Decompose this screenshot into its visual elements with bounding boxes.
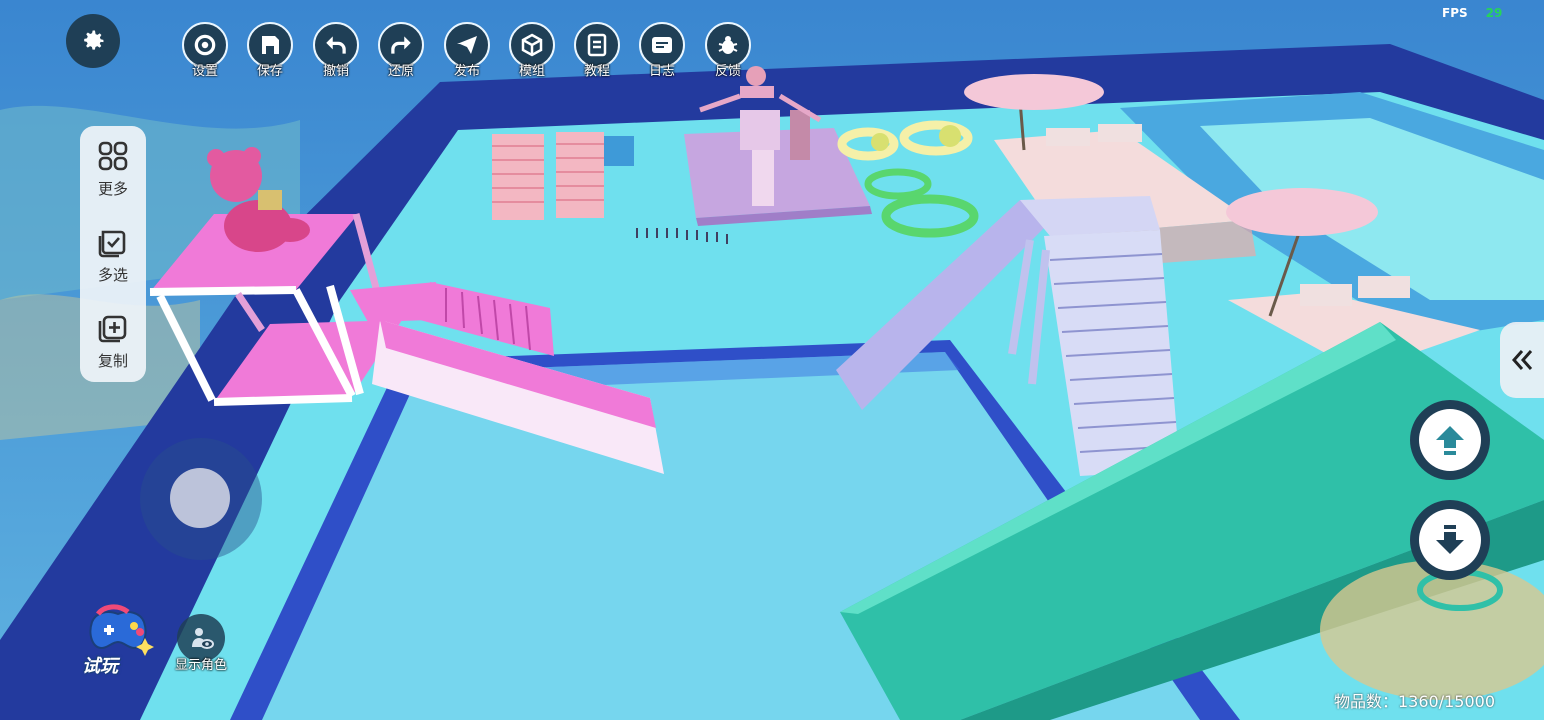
module-button[interactable]: 模组 [508, 22, 556, 82]
collapse-panel-button[interactable] [1500, 322, 1544, 398]
toolbar-label: 发布 [453, 64, 480, 79]
item-count: 物品数：1360/15000 [1334, 692, 1496, 711]
send-icon [457, 36, 477, 54]
bug-icon [718, 36, 738, 54]
undo-icon [326, 36, 346, 54]
move-down-button[interactable] [1410, 500, 1490, 580]
move-up-button[interactable] [1410, 400, 1490, 480]
side-item-label: 更多 [97, 180, 128, 198]
copy-icon [98, 315, 127, 343]
publish-button[interactable]: 发布 [443, 22, 491, 82]
toolbar-label: 还原 [387, 64, 414, 79]
game-scene[interactable] [0, 0, 1544, 720]
save-button[interactable]: 保存 [246, 22, 294, 82]
fps-counter: FPS 29 [1442, 6, 1502, 20]
toolbar-label: 反馈 [714, 64, 741, 79]
log-icon [652, 37, 672, 53]
gear-icon [84, 30, 104, 50]
arrow-up-icon [1436, 426, 1464, 455]
arrow-down-icon [1436, 525, 1464, 554]
more-button[interactable]: 更多 [80, 128, 146, 208]
show-character-label: 显示角色 [174, 658, 227, 673]
log-button[interactable]: 日志 [638, 22, 686, 82]
toolbar-settings-button[interactable]: 设置 [181, 22, 229, 82]
toolbar-label: 教程 [583, 64, 610, 79]
joystick[interactable] [140, 438, 262, 560]
fps-label: FPS [1442, 6, 1468, 20]
undo-button[interactable]: 撤销 [312, 22, 360, 82]
show-character-button[interactable]: 显示角色 [168, 614, 234, 674]
toolbar-label: 撤销 [322, 64, 349, 79]
play-test-label: 试玩 [82, 656, 118, 677]
redo-icon [391, 36, 411, 54]
tutorial-button[interactable]: 教程 [573, 22, 621, 82]
fps-value: 29 [1485, 6, 1503, 20]
gear-icon [194, 34, 216, 56]
toolbar-label: 模组 [518, 64, 545, 79]
toolbar-label: 保存 [256, 64, 283, 79]
joystick-knob[interactable] [170, 468, 230, 528]
redo-button[interactable]: 还原 [377, 22, 425, 82]
gamepad-icon [89, 604, 154, 656]
play-test-button[interactable]: 试玩 [78, 600, 160, 680]
cube-icon [521, 33, 543, 57]
toolbar-label: 设置 [191, 64, 218, 79]
book-icon [587, 33, 607, 57]
copy-button[interactable]: 复制 [80, 300, 146, 380]
save-icon [262, 36, 279, 54]
grid-icon [98, 141, 128, 171]
settings-button[interactable] [66, 14, 120, 68]
side-panel: 更多 多选 复制 [80, 126, 146, 382]
person-eye-icon [192, 628, 214, 649]
multi-select-icon [98, 230, 126, 258]
feedback-button[interactable]: 反馈 [704, 22, 752, 82]
side-item-label: 多选 [97, 266, 128, 284]
multi-select-button[interactable]: 多选 [80, 214, 146, 294]
double-chevron-left-icon [1511, 350, 1533, 370]
toolbar-label: 日志 [648, 64, 675, 79]
side-item-label: 复制 [97, 352, 128, 370]
